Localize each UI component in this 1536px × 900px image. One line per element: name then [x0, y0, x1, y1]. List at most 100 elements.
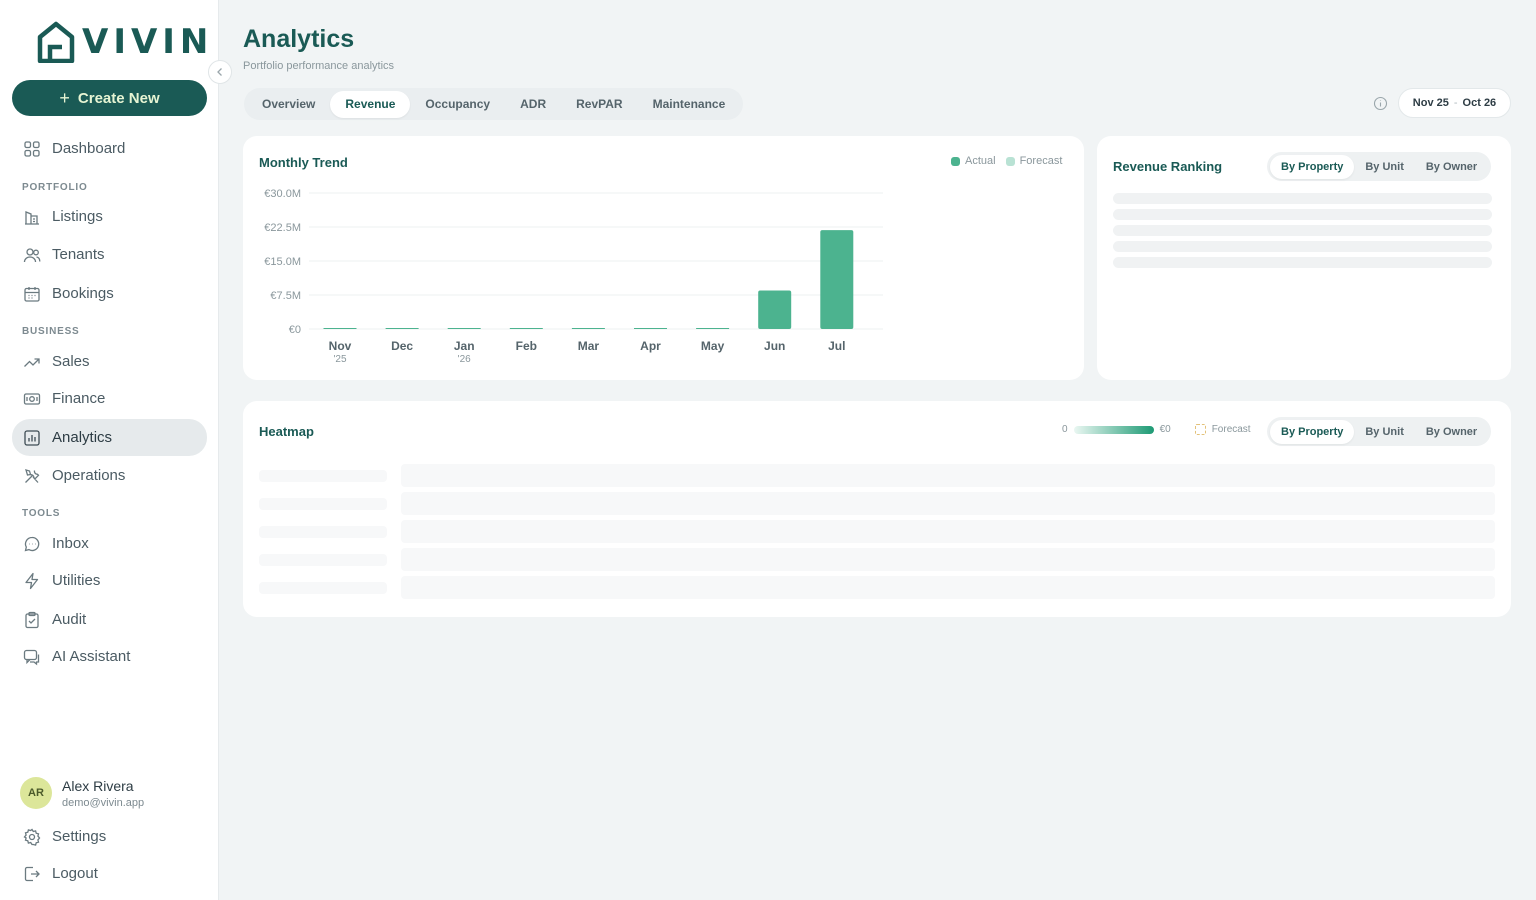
sidebar-item-listings[interactable]: Listings — [12, 198, 207, 235]
loading-skeleton — [259, 526, 387, 538]
x-tick-label: Feb — [516, 339, 537, 353]
scale-gradient — [1073, 425, 1154, 434]
y-tick-label: €30.0M — [264, 188, 301, 200]
sidebar-item-audit[interactable]: Audit — [12, 601, 207, 638]
x-tick-label: Apr — [640, 339, 661, 353]
sidebar-item-operations[interactable]: Operations — [12, 457, 207, 494]
loading-skeleton — [401, 464, 1495, 487]
tab-adr[interactable]: ADR — [505, 91, 561, 118]
page-subtitle: Portfolio performance analytics — [243, 60, 395, 72]
toggle-by-owner[interactable]: By Owner — [1415, 420, 1488, 444]
loading-skeleton — [401, 520, 1495, 543]
heatmap-group-toggle: By Property By Unit By Owner — [1267, 417, 1492, 446]
card-title: Revenue Ranking — [1113, 159, 1223, 174]
revenue-ranking-card: Revenue Ranking By Property By Unit By O… — [1097, 136, 1511, 380]
date-from: Nov 25 — [1412, 97, 1449, 109]
logout-icon — [24, 866, 40, 881]
x-tick-label: Nov — [329, 339, 352, 353]
trending-up-icon — [24, 357, 40, 367]
sidebar-item-label: Finance — [52, 390, 106, 407]
page-title: Analytics — [243, 25, 355, 53]
sidebar-item-tenants[interactable]: Tenants — [12, 236, 207, 273]
loading-skeleton — [1113, 193, 1492, 204]
sidebar-item-label: Inbox — [52, 535, 89, 552]
plus-icon: + — [59, 88, 70, 108]
create-new-label: Create New — [77, 89, 160, 107]
x-tick-label: Dec — [391, 339, 413, 353]
section-label-portfolio: PORTFOLIO — [22, 182, 88, 193]
x-tick-label: Mar — [578, 339, 600, 353]
collapse-sidebar-button[interactable] — [208, 60, 232, 84]
sidebar-item-label: Tenants — [52, 246, 105, 263]
bar-chart-icon — [24, 429, 40, 446]
legend-forecast: Forecast — [1005, 155, 1062, 167]
logo[interactable]: VIVIN — [36, 21, 213, 63]
scale-max-label: €0 — [1159, 424, 1171, 435]
y-tick-label: €15.0M — [264, 256, 301, 268]
sidebar-item-label: Logout — [52, 865, 98, 882]
heatmap-card: Heatmap By Property By Unit By Owner — [243, 401, 1511, 617]
sidebar-item-label: Operations — [52, 467, 126, 484]
date-separator: - — [1453, 97, 1458, 109]
info-icon[interactable] — [1373, 96, 1388, 111]
sidebar-item-label: Sales — [52, 353, 90, 370]
x-tick-label: May — [701, 339, 725, 353]
analytics-tabs: Overview Revenue Occupancy ADR RevPAR Ma… — [244, 88, 744, 120]
sidebar-item-utilities[interactable]: Utilities — [12, 562, 207, 599]
loading-skeleton — [1113, 209, 1492, 220]
house-logo-icon — [37, 21, 75, 63]
toggle-by-property[interactable]: By Property — [1270, 154, 1355, 179]
loading-skeleton — [401, 576, 1495, 599]
sidebar-item-sales[interactable]: Sales — [12, 343, 207, 380]
tab-revpar[interactable]: RevPAR — [561, 91, 637, 118]
legend-swatch-actual — [951, 156, 960, 166]
card-title: Heatmap — [259, 424, 314, 439]
scale-min-label: 0 — [1062, 424, 1068, 435]
sidebar-item-dashboard[interactable]: Dashboard — [12, 130, 207, 167]
section-label-tools: TOOLS — [22, 508, 61, 519]
users-icon — [23, 247, 41, 262]
date-to: Oct 26 — [1462, 97, 1497, 109]
clipboard-check-icon — [25, 611, 39, 628]
bar-apr — [634, 328, 667, 329]
user-name: Alex Rivera — [62, 777, 134, 794]
chevron-left-icon — [217, 68, 222, 76]
sidebar-item-logout[interactable]: Logout — [12, 855, 207, 892]
toggle-by-property[interactable]: By Property — [1270, 419, 1355, 444]
tab-occupancy[interactable]: Occupancy — [410, 91, 505, 118]
legend-actual: Actual — [951, 155, 996, 167]
sidebar-item-finance[interactable]: Finance — [12, 380, 207, 417]
monthly-trend-chart: €0 €7.5M €15.0M €22.5M €30.0M Nov'25 Dec Jan'26… — [264, 188, 883, 365]
toggle-by-owner[interactable]: By Owner — [1415, 155, 1488, 179]
tab-revenue[interactable]: Revenue — [330, 90, 411, 118]
toggle-by-unit[interactable]: By Unit — [1354, 420, 1415, 444]
y-tick-label: €22.5M — [264, 222, 301, 234]
sidebar-item-label: Dashboard — [52, 140, 126, 157]
sidebar-item-settings[interactable]: Settings — [12, 818, 207, 855]
sidebar-item-ai-assistant[interactable]: AI Assistant — [12, 638, 207, 675]
loading-skeleton — [259, 554, 387, 566]
legend-label: Actual — [965, 155, 996, 167]
tab-maintenance[interactable]: Maintenance — [638, 91, 741, 118]
user-profile[interactable]: AR Alex Rivera demo@vivin.app — [20, 777, 144, 809]
y-tick-label: €0 — [289, 324, 301, 336]
create-new-button[interactable]: + Create New — [12, 80, 207, 116]
sidebar-item-inbox[interactable]: Inbox — [12, 525, 207, 562]
grid-icon — [24, 140, 40, 157]
toggle-by-unit[interactable]: By Unit — [1354, 155, 1415, 179]
ranking-group-toggle: By Property By Unit By Owner — [1267, 152, 1492, 181]
sidebar: VIVIN + Create New Dashboard PORTFOLIO L… — [0, 0, 219, 900]
avatar: AR — [20, 777, 52, 809]
chart-legend: Actual Forecast — [951, 155, 1062, 167]
forecast-swatch — [1194, 424, 1206, 435]
bar-dec — [385, 328, 419, 329]
tab-overview[interactable]: Overview — [247, 91, 330, 118]
forecast-label: Forecast — [1211, 424, 1251, 435]
loading-skeleton — [259, 498, 387, 510]
legend-swatch-forecast — [1005, 156, 1015, 166]
date-range-picker[interactable]: Nov 25 - Oct 26 — [1398, 88, 1511, 118]
card-title: Monthly Trend — [259, 155, 348, 170]
sidebar-item-analytics[interactable]: Analytics — [12, 419, 207, 456]
sidebar-item-bookings[interactable]: Bookings — [12, 275, 207, 312]
sidebar-item-label: Audit — [52, 611, 87, 628]
